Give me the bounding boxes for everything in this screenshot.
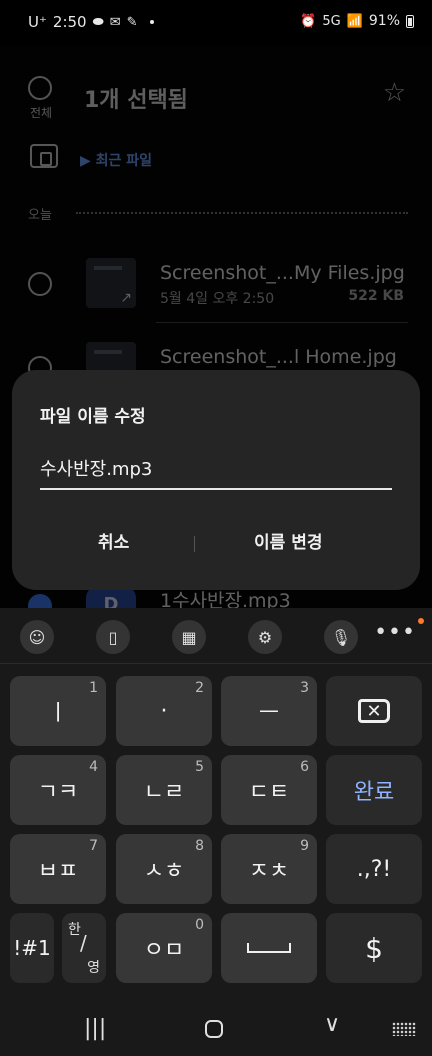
key-label: ㅈㅊ [248,859,290,884]
section-header: 오늘 [28,208,52,223]
file-name: Screenshot_...l Home.jpg [160,346,397,368]
key-label: !#1 [13,936,51,960]
file-size: 522 KB [348,288,404,304]
recents-button[interactable]: ||| [84,1016,106,1041]
key-label: ㅅㅎ [143,859,185,884]
key-label: 완료 [353,780,395,805]
key-label: · [160,698,168,724]
key-6[interactable]: ㄷㅌ 6 [221,755,317,825]
mic-icon[interactable]: 🎙 [324,620,358,654]
battery-icon [406,14,414,28]
rename-button[interactable]: 이름 변경 [254,528,322,553]
eng-label: 영 [87,960,100,976]
dialog-title: 파일 이름 수정 [40,407,146,427]
select-all-label: 전체 [29,106,53,120]
key-7[interactable]: ㅂㅍ 7 [10,834,106,904]
key-label: ㅂㅍ [37,859,79,884]
file-checkbox[interactable] [28,272,52,296]
home-icon[interactable] [30,144,58,168]
carrier-label: U⁺ [28,13,47,31]
currency-key[interactable]: $ [326,913,422,983]
symbols-key[interactable]: !#1 [10,913,54,983]
breadcrumb[interactable]: ▶ 최근 파일 [80,150,152,170]
row-divider [156,322,408,323]
key-label: ㄷㅌ [248,780,290,805]
file-name: Screenshot_...My Files.jpg [160,262,405,284]
key-8[interactable]: ㅅㅎ 8 [116,834,212,904]
cancel-button[interactable]: 취소 [98,528,129,553]
key-number: 9 [300,838,309,854]
list-item[interactable]: Screenshot_...My Files.jpg 5월 4일 오후 2:50… [0,252,432,342]
key-1[interactable]: ㅣ 1 [10,676,106,746]
file-date: 5월 4일 오후 2:50 [160,291,275,307]
key-0[interactable]: ㅇㅁ 0 [116,913,212,983]
rename-dialog: 파일 이름 수정 취소 이름 변경 [12,370,420,590]
key-4[interactable]: ㄱㅋ 4 [10,755,106,825]
key-number: 8 [195,838,204,854]
home-button[interactable] [205,1020,223,1038]
key-label: .,?! [356,856,392,882]
key-number: 1 [89,680,98,696]
pill-icon: ⬬ [92,14,104,30]
key-number: 2 [195,680,204,696]
slash-label: / [80,931,87,955]
key-label: ㅣ [47,701,69,726]
star-icon[interactable]: ☆ [383,78,406,108]
key-9[interactable]: ㅈㅊ 9 [221,834,317,904]
settings-icon[interactable]: ⚙ [248,620,282,654]
space-key[interactable] [221,913,317,983]
key-number: 0 [195,917,204,933]
key-3[interactable]: ㅡ 3 [221,676,317,746]
key-number: 5 [195,759,204,775]
key-number: 4 [89,759,98,775]
language-key[interactable]: 한 / 영 [62,913,106,983]
keyboard-layout-icon[interactable]: ▦ [172,620,206,654]
battery-percent: 91% [368,13,400,29]
key-number: 7 [89,838,98,854]
notification-icon: ✉ [109,14,121,30]
key-5[interactable]: ㄴㄹ 5 [116,755,212,825]
notification-dot [418,618,424,624]
selection-title: 1개 선택됨 [84,88,188,113]
file-name-field[interactable] [40,454,392,490]
navigation-bar: ||| ∨ [0,1000,432,1056]
key-label: ㅡ [258,701,280,726]
backspace-icon: ✕ [358,699,390,723]
back-button[interactable]: ∨ [324,1012,340,1037]
key-number: 6 [300,759,309,775]
clock: 2:50 [52,13,87,31]
emoji-icon[interactable]: ☺ [20,620,54,654]
network-type: 5G [322,13,341,29]
keyboard-hide-icon[interactable] [392,1022,416,1036]
status-right: ⏰ 5G 📶 91% [300,13,414,29]
keyboard: ☺ ▯ ▦ ⚙ 🎙 ••• ㅣ 1 · 2 ㅡ 3 ✕ ㄱㅋ 4 ㄴㄹ 5 ㄷㅌ… [0,608,432,1056]
button-divider [194,536,195,552]
done-key[interactable]: 완료 [326,755,422,825]
select-all-checkbox[interactable] [28,76,52,100]
key-label: $ [365,931,383,965]
key-label: ㄴㄹ [143,780,185,805]
status-left: U⁺ 2:50 ⬬ ✉ ✎ [28,13,154,31]
more-notifications-dot [149,20,154,24]
edit-icon: ✎ [126,14,138,30]
file-thumbnail [86,258,136,308]
more-icon[interactable]: ••• [374,620,416,645]
space-icon [247,943,291,953]
signal-icon: 📶 [346,13,363,29]
status-bar: U⁺ 2:50 ⬬ ✉ ✎ ⏰ 5G 📶 91% [0,0,432,46]
alarm-icon: ⏰ [300,13,317,29]
key-2[interactable]: · 2 [116,676,212,746]
key-label: ㄱㅋ [37,780,79,805]
key-label: ㅇㅁ [143,938,185,963]
han-label: 한 [68,922,81,938]
punctuation-key[interactable]: .,?! [326,834,422,904]
section-divider [76,212,408,214]
clipboard-icon[interactable]: ▯ [96,620,130,654]
keyboard-toolbar: ☺ ▯ ▦ ⚙ 🎙 ••• [0,608,432,664]
backspace-key[interactable]: ✕ [326,676,422,746]
select-all[interactable]: 전체 [28,76,54,121]
key-number: 3 [300,680,309,696]
